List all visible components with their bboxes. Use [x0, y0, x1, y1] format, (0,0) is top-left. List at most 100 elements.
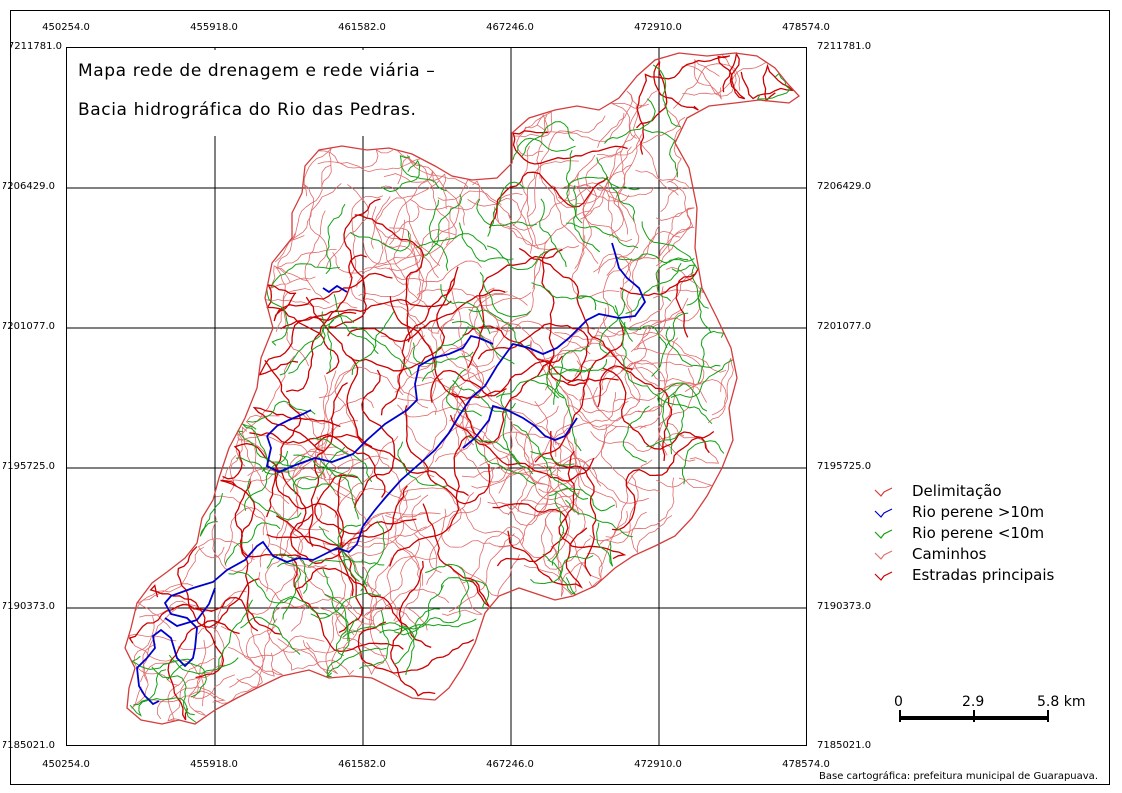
path-line [711, 357, 734, 416]
path-line [617, 134, 642, 235]
path-line [521, 499, 571, 562]
scale-bar: 0 2.9 5.8 km [892, 694, 1102, 734]
road-line [467, 249, 563, 369]
path-line [370, 180, 440, 249]
x-coord-label: 455918.0 [190, 22, 238, 33]
pink-line-icon [874, 550, 893, 560]
legend-label: Rio perene <10m [912, 524, 1045, 542]
path-line [655, 180, 691, 267]
path-line [269, 265, 316, 290]
path-line [471, 455, 572, 489]
stream-line [393, 608, 440, 665]
x-coord-label: 472910.0 [634, 22, 682, 33]
road-line [740, 63, 795, 102]
green-line-icon [874, 529, 893, 539]
path-line [588, 286, 664, 345]
stream-line [625, 262, 682, 314]
y-coord-label: 7195725.0 [3, 461, 55, 472]
coordinate-grid [67, 48, 806, 745]
stream-line [129, 669, 167, 717]
road-line [534, 322, 625, 463]
path-line [632, 331, 727, 373]
stream-line [151, 666, 195, 716]
path-line [317, 158, 421, 173]
source-note: Base cartográfica: prefeitura municipal … [819, 771, 1098, 782]
path-line [303, 148, 332, 197]
y-coord-label: 7190373.0 [817, 601, 872, 612]
y-coord-label: 7206429.0 [817, 181, 872, 192]
x-coord-label: 455918.0 [190, 759, 238, 770]
path-line [220, 625, 275, 677]
path-line [655, 207, 695, 253]
blue-line-icon [874, 508, 893, 518]
stream-line [652, 64, 681, 128]
road-line [422, 503, 490, 608]
path-line [501, 465, 552, 526]
path-line [389, 539, 421, 623]
x-coord-label: 467246.0 [486, 22, 534, 33]
map-title-line-2: Bacia hidrográfica do Rio das Pedras. [78, 100, 417, 120]
path-line [663, 103, 682, 183]
path-line [441, 508, 513, 548]
x-coord-label: 478574.0 [782, 759, 830, 770]
path-line [521, 145, 539, 249]
legend-label: Estradas principais [912, 566, 1055, 584]
path-line [237, 355, 295, 436]
stream-line [459, 222, 514, 262]
y-coord-label: 7201077.0 [3, 321, 55, 332]
road-line [273, 272, 393, 322]
path-line [366, 533, 420, 616]
road-line [430, 355, 563, 403]
y-coord-label: 7211781.0 [10, 41, 62, 52]
path-line [523, 562, 583, 596]
path-line [131, 643, 157, 709]
path-line [455, 426, 510, 483]
path-line [223, 507, 266, 567]
stream-line [642, 128, 679, 178]
path-line [308, 183, 342, 268]
stream-line [681, 440, 725, 485]
y-coord-label: 7185021.0 [3, 740, 55, 751]
x-coord-label: 450254.0 [42, 22, 90, 33]
road-line [488, 171, 609, 229]
map-drawing [67, 48, 806, 745]
legend-label: Delimitação [912, 482, 1002, 500]
path-line [197, 538, 255, 560]
path-line [600, 425, 661, 493]
path-line [386, 555, 438, 622]
path-line [334, 436, 399, 518]
path-line [552, 392, 616, 457]
path-line [482, 419, 510, 515]
path-line [536, 112, 625, 142]
map-canvas[interactable] [66, 47, 807, 746]
path-line [410, 180, 480, 211]
x-coord-label: 461582.0 [338, 759, 386, 770]
scale-tick [899, 710, 901, 722]
path-line [306, 642, 385, 676]
scale-tick [1047, 710, 1049, 722]
path-line [388, 260, 482, 283]
red-line-icon [874, 571, 893, 581]
red-line-icon [874, 487, 893, 497]
y-coord-label: 7190373.0 [3, 601, 55, 612]
scale-label: 0 [894, 694, 903, 710]
road-line [636, 61, 699, 129]
map-title-line-1: Mapa rede de drenagem e rede viária – [78, 61, 436, 81]
stream-line [551, 490, 565, 566]
path-line [633, 347, 705, 392]
path-line [448, 533, 515, 613]
stream-line [399, 155, 447, 192]
legend-label: Rio perene >10m [912, 503, 1045, 521]
path-line [516, 114, 549, 157]
rio-perene-menor-layer [129, 64, 791, 723]
path-line [397, 156, 469, 189]
x-coord-label: 472910.0 [634, 759, 682, 770]
scale-label: 5.8 km [1037, 694, 1086, 710]
path-line [636, 271, 694, 350]
x-coord-label: 450254.0 [42, 759, 90, 770]
stream-line [622, 405, 650, 463]
path-line [628, 298, 689, 374]
stream-line [670, 359, 734, 398]
x-coord-label: 467246.0 [486, 759, 534, 770]
path-line [371, 206, 439, 279]
